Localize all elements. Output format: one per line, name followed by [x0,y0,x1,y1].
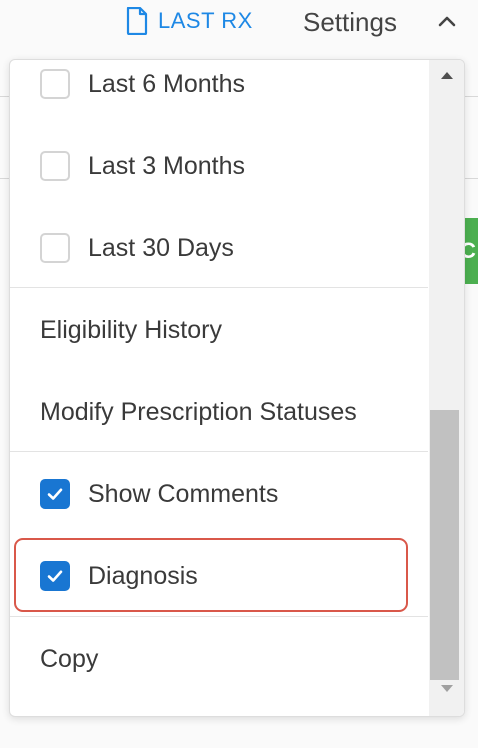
menu-item-modify-prescription-statuses[interactable]: Modify Prescription Statuses [10,371,458,453]
menu-scrollbar[interactable] [429,60,464,716]
menu-item-label: Last 30 Days [88,233,234,262]
settings-dropdown-toggle[interactable]: Settings [303,7,397,38]
menu-item-label: Last 6 Months [88,69,246,98]
scrollbar-thumb[interactable] [430,410,459,680]
menu-divider [10,451,428,452]
menu-item-last-30-days[interactable]: Last 30 Days [10,207,428,289]
menu-item-label: Copy [40,644,99,673]
settings-label: Settings [303,7,397,37]
top-toolbar: LAST RX Settings [0,0,478,46]
checkbox-last-30-days[interactable] [40,233,70,263]
menu-divider [10,616,428,617]
triangle-up-icon [440,72,453,79]
diagnosis-highlight-outline [14,538,408,612]
checkbox-last-6-months[interactable] [40,69,70,99]
menu-item-label: Show Comments [88,479,279,508]
menu-divider [10,287,428,288]
scroll-down-button[interactable] [429,684,464,704]
triangle-down-icon [440,685,453,692]
document-icon [126,7,148,35]
last-rx-link[interactable]: LAST RX [126,7,253,35]
menu-item-label: Modify Prescription Statuses [40,397,357,426]
menu-item-label: Last 3 Months [88,151,246,180]
menu-item-label: Eligibility History [40,315,222,344]
settings-dropdown-menu: Last 6 Months Last 3 Months Last 30 Days… [9,59,465,717]
menu-item-last-3-months[interactable]: Last 3 Months [10,125,428,207]
chevron-up-icon[interactable] [436,10,458,32]
menu-item-eligibility-history[interactable]: Eligibility History [10,289,458,371]
checkmark-icon [47,488,63,500]
menu-item-last-6-months[interactable]: Last 6 Months [10,60,428,125]
checkbox-last-3-months[interactable] [40,151,70,181]
menu-item-show-comments[interactable]: Show Comments [10,453,428,535]
menu-item-copy[interactable]: Copy [10,618,458,700]
checkbox-show-comments[interactable] [40,479,70,509]
scroll-up-button[interactable] [429,70,464,90]
last-rx-label: LAST RX [158,8,253,33]
